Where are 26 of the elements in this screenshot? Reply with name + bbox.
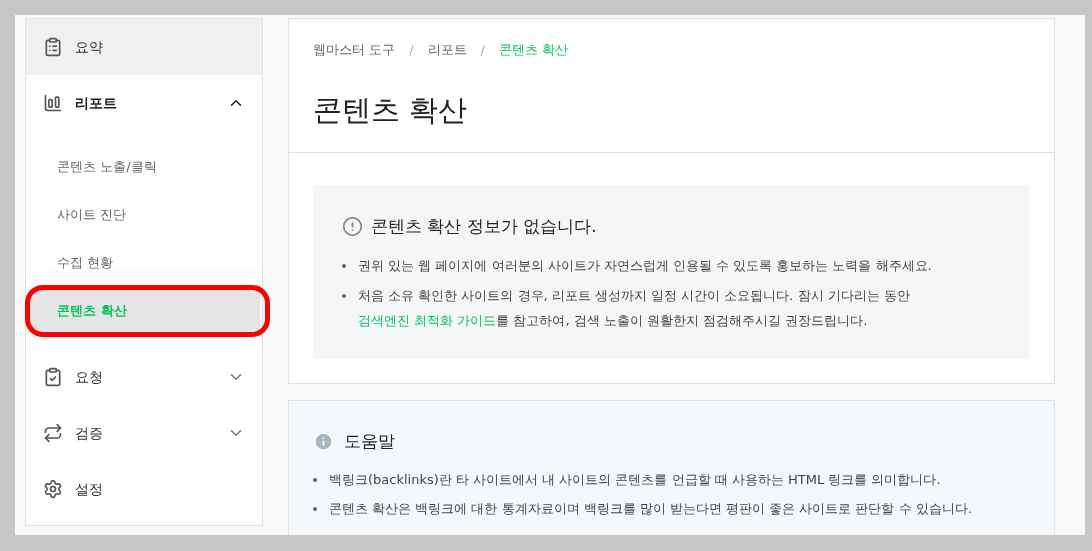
bullet-text: 백링크(backlinks)란 타 사이트에서 내 사이트의 콘텐츠를 언급할 때 사용하는 HTML 링크를 의미합니다. (329, 470, 941, 489)
bullet-icon (342, 294, 346, 298)
sidebar-item[interactable]: 요약 (26, 19, 262, 75)
swap-arrows-icon (43, 423, 63, 443)
bullet-icon (313, 477, 317, 482)
bullet-icon (342, 264, 346, 268)
alert-icon (342, 215, 363, 237)
bar-chart-icon (43, 93, 63, 113)
help-title: 도움말 (344, 430, 395, 453)
bullet-icon (313, 506, 317, 511)
bullet-text: 콘텐츠 확산은 백링크에 대한 통계자료이며 백링크를 많이 받는다면 평판이 좋은 사이트로 판단할 수 있습니다. (329, 499, 972, 518)
breadcrumb-link[interactable]: 리포트 (427, 40, 467, 60)
info-icon (313, 431, 334, 453)
breadcrumb-separator: / (480, 41, 485, 59)
bullet-text: 처음 소유 확인한 사이트의 경우, 리포트 생성까지 일정 시간이 소요됩니다. 잠시 기다리는 동안 검색엔진 최적화 가이드를 참고하여, 검색 노출이 원활한지 점검해주시길 권장드립니다. (358, 287, 911, 330)
clipboard-icon (43, 37, 63, 57)
settings-icon (43, 479, 63, 499)
page-title: 콘텐츠 확산 (313, 91, 469, 129)
breadcrumb-link[interactable]: 웹마스터 도구 (313, 40, 396, 60)
clipboard-check-icon (43, 367, 63, 387)
bullet-text: 권위 있는 웹 페이지에 여러분의 사이트가 자연스럽게 인용될 수 있도록 홍보하는 노력을 해주세요. (358, 257, 932, 275)
submenu-item[interactable]: 사이트 진단 (28, 193, 260, 237)
breadcrumb-separator: / (409, 41, 414, 59)
submenu-item[interactable]: 수집 현황 (28, 241, 260, 285)
submenu-item[interactable]: 콘텐츠 노출/클릭 (28, 145, 260, 189)
notice-title: 콘텐츠 확산 정보가 없습니다. (371, 214, 597, 238)
